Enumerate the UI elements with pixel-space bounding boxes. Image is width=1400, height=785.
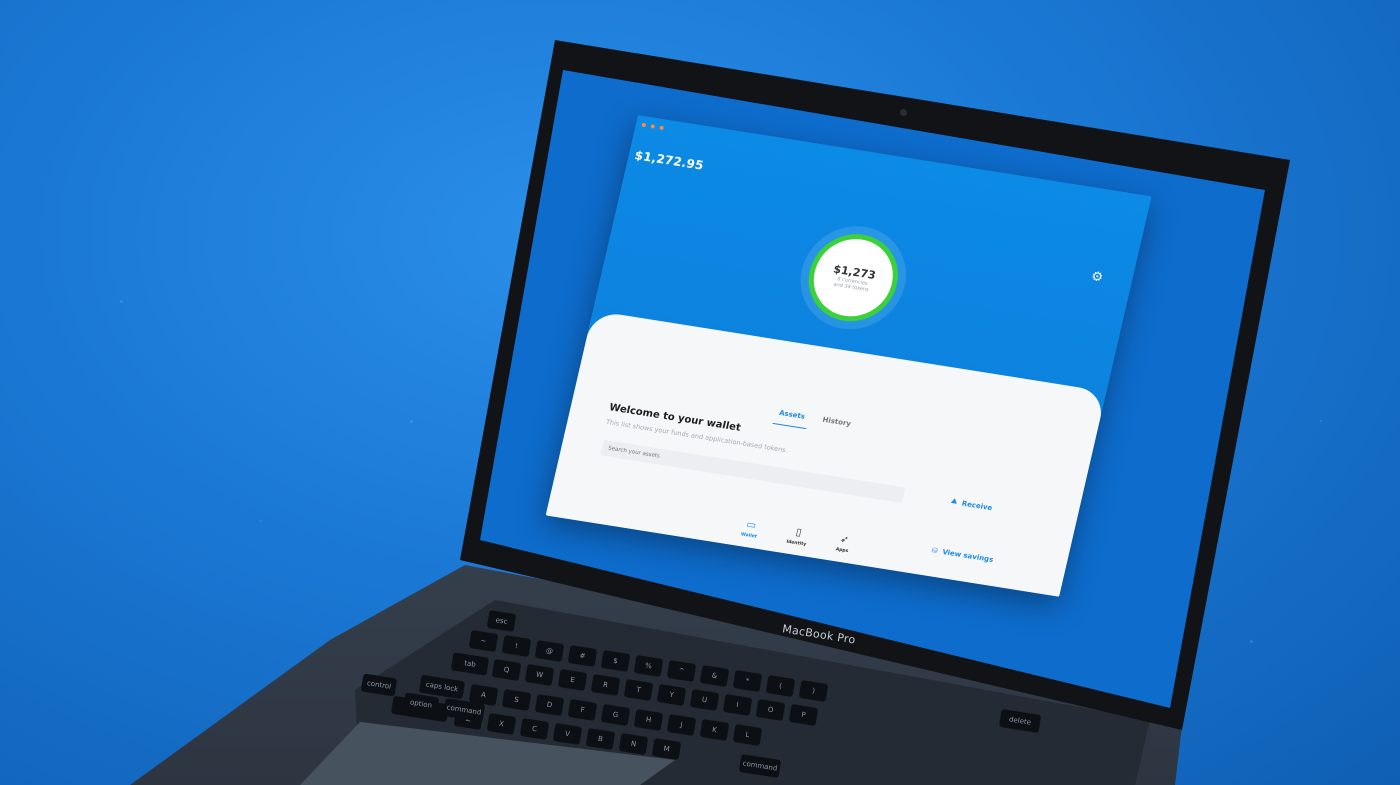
identity-icon: ▯ bbox=[794, 526, 803, 539]
bottom-nav: ▭ Wallet ▯ Identity ➶ Apps bbox=[740, 519, 852, 555]
minimize-window-button[interactable] bbox=[650, 124, 656, 129]
view-savings-label: View savings bbox=[941, 548, 995, 564]
settings-gear-icon[interactable]: ⚙ bbox=[1088, 269, 1105, 286]
window-controls bbox=[641, 122, 665, 131]
camera bbox=[900, 109, 907, 116]
balance-ring-inner: $1,273 8 currencies and 34 tokens bbox=[799, 227, 907, 328]
tab-history[interactable]: History bbox=[822, 416, 852, 428]
rocket-icon: ➶ bbox=[838, 533, 850, 547]
tab-bar: Assets History bbox=[778, 409, 852, 428]
nav-identity[interactable]: ▯ Identity bbox=[786, 527, 810, 548]
wallet-app-window: $1,272.95 ⚙ $1,273 8 currencies and 34 t… bbox=[545, 115, 1152, 597]
receive-label: Receive bbox=[961, 499, 994, 512]
receive-icon: ⛰ bbox=[950, 496, 959, 506]
wallet-icon: ▭ bbox=[745, 519, 758, 532]
nav-wallet-label: Wallet bbox=[740, 532, 758, 540]
maximize-window-button[interactable] bbox=[659, 125, 665, 131]
nav-wallet[interactable]: ▭ Wallet bbox=[740, 519, 760, 540]
close-window-button[interactable] bbox=[641, 122, 647, 128]
nav-identity-label: Identity bbox=[785, 539, 807, 548]
balance-ring: $1,273 8 currencies and 34 tokens bbox=[790, 218, 917, 337]
nav-apps-label: Apps bbox=[835, 547, 849, 555]
receive-button[interactable]: ⛰ Receive bbox=[950, 497, 993, 512]
piggy-bank-icon: ⛁ bbox=[930, 546, 939, 556]
header-balance: $1,272.95 bbox=[633, 148, 706, 173]
view-savings-button[interactable]: ⛁ View savings bbox=[931, 546, 994, 564]
nav-apps[interactable]: ➶ Apps bbox=[835, 533, 852, 555]
tab-assets[interactable]: Assets bbox=[778, 409, 805, 421]
